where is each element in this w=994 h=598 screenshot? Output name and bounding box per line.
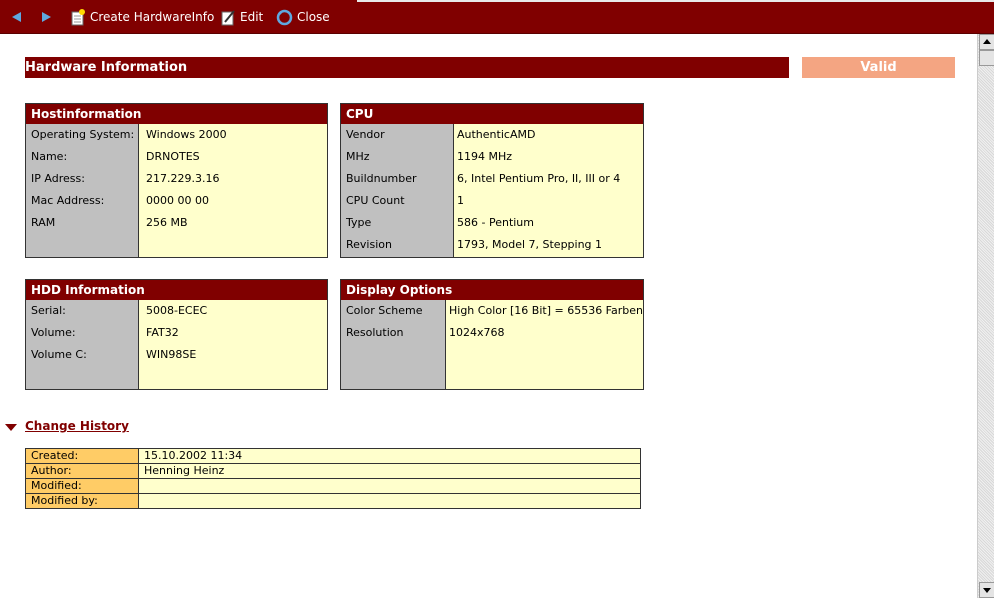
- cpu-value: 586 - Pentium: [457, 216, 534, 229]
- table-row: Author: Henning Heinz: [25, 463, 641, 479]
- cpu-label: MHz: [346, 150, 370, 163]
- content-area: Hardware Information Valid Hostinformati…: [0, 34, 977, 598]
- create-hardwareinfo-label: Create HardwareInfo: [90, 10, 215, 24]
- hdd-label: Volume C:: [31, 348, 87, 361]
- cpu-value: 1: [457, 194, 464, 207]
- back-arrow-icon: [12, 12, 21, 22]
- hostinfo-value: 256 MB: [146, 216, 188, 229]
- edit-icon: [221, 9, 235, 25]
- display-label-column: Color Scheme Resolution: [341, 300, 446, 389]
- history-label: Modified by:: [25, 493, 139, 509]
- cpu-label: Type: [346, 216, 372, 229]
- hostinfo-panel: Hostinformation Operating System: Name: …: [25, 103, 328, 258]
- close-label: Close: [297, 10, 330, 24]
- hdd-value: WIN98SE: [146, 348, 197, 361]
- hdd-panel: HDD Information Serial: Volume: Volume C…: [25, 279, 328, 390]
- hostinfo-value-column: Windows 2000 DRNOTES 217.229.3.16 0000 0…: [139, 124, 327, 257]
- cpu-value-column: AuthenticAMD 1194 MHz 6, Intel Pentium P…: [454, 124, 643, 257]
- forward-arrow-icon: [42, 12, 51, 22]
- display-value-column: High Color [16 Bit] = 65536 Farben 1024x…: [446, 300, 643, 389]
- edit-button[interactable]: Edit: [220, 8, 263, 26]
- table-row: Modified by:: [25, 493, 641, 509]
- hostinfo-label: Name:: [31, 150, 68, 163]
- history-value: 15.10.2002 11:34: [138, 448, 641, 464]
- cpu-value: 1793, Model 7, Stepping 1: [457, 238, 603, 251]
- status-badge: Valid: [802, 57, 955, 78]
- hostinfo-label-column: Operating System: Name: IP Adress: Mac A…: [26, 124, 139, 257]
- hostinfo-label: Mac Address:: [31, 194, 105, 207]
- display-label: Resolution: [346, 326, 404, 339]
- cpu-label: CPU Count: [346, 194, 405, 207]
- scroll-thumb[interactable]: [979, 50, 994, 66]
- history-value: Henning Heinz: [138, 463, 641, 479]
- hostinfo-value: 217.229.3.16: [146, 172, 220, 185]
- display-header: Display Options: [341, 280, 643, 300]
- close-icon: [276, 9, 293, 25]
- table-row: Modified:: [25, 478, 641, 494]
- hdd-header: HDD Information: [26, 280, 327, 300]
- change-history-table: Created: 15.10.2002 11:34 Author: Hennin…: [25, 448, 641, 509]
- hdd-label-column: Serial: Volume: Volume C:: [26, 300, 139, 389]
- display-value: High Color [16 Bit] = 65536 Farben: [449, 304, 643, 317]
- display-value: 1024x768: [449, 326, 505, 339]
- history-label: Created:: [25, 448, 139, 464]
- scroll-down-button[interactable]: [979, 582, 994, 598]
- hdd-value-column: 5008-ECEC FAT32 WIN98SE: [139, 300, 327, 389]
- display-panel: Display Options Color Scheme Resolution …: [340, 279, 644, 390]
- back-button[interactable]: [12, 8, 21, 26]
- edit-label: Edit: [240, 10, 264, 24]
- hostinfo-value: DRNOTES: [146, 150, 200, 163]
- page-title-bar: Hardware Information: [25, 57, 789, 78]
- hdd-value: FAT32: [146, 326, 179, 339]
- page-title: Hardware Information: [25, 60, 188, 75]
- create-hardwareinfo-button[interactable]: Create HardwareInfo: [70, 8, 214, 26]
- hostinfo-value: Windows 2000: [146, 128, 227, 141]
- collapse-triangle-icon: [5, 424, 17, 431]
- cpu-label: Vendor: [346, 128, 385, 141]
- cpu-value: 6, Intel Pentium Pro, II, III or 4: [457, 172, 621, 185]
- toolbar-tab-edge: [357, 0, 994, 2]
- cpu-panel: CPU Vendor MHz Buildnumber CPU Count Typ…: [340, 103, 644, 258]
- cpu-value: AuthenticAMD: [457, 128, 536, 141]
- display-label: Color Scheme: [346, 304, 423, 317]
- change-history-link[interactable]: Change History: [25, 419, 133, 433]
- toolbar: Create HardwareInfo Edit Close: [0, 0, 994, 34]
- history-value: [138, 493, 641, 509]
- table-row: Created: 15.10.2002 11:34: [25, 448, 641, 464]
- cpu-label: Buildnumber: [346, 172, 417, 185]
- scroll-up-button[interactable]: [979, 34, 994, 50]
- vertical-scrollbar[interactable]: [977, 34, 994, 598]
- hostinfo-value: 0000 00 00: [146, 194, 209, 207]
- cpu-header: CPU: [341, 104, 643, 124]
- hdd-label: Serial:: [31, 304, 66, 317]
- close-button[interactable]: Close: [276, 8, 330, 26]
- hostinfo-label: RAM: [31, 216, 56, 229]
- new-document-icon: [71, 8, 85, 25]
- history-label: Modified:: [25, 478, 139, 494]
- history-value: [138, 478, 641, 494]
- cpu-value: 1194 MHz: [457, 150, 513, 163]
- hostinfo-label: Operating System:: [31, 128, 135, 141]
- cpu-label: Revision: [346, 238, 392, 251]
- forward-button[interactable]: [42, 8, 51, 26]
- hostinfo-header: Hostinformation: [26, 104, 327, 124]
- cpu-label-column: Vendor MHz Buildnumber CPU Count Type Re…: [341, 124, 454, 257]
- hdd-value: 5008-ECEC: [146, 304, 208, 317]
- hostinfo-label: IP Adress:: [31, 172, 85, 185]
- history-label: Author:: [25, 463, 139, 479]
- hdd-label: Volume:: [31, 326, 76, 339]
- change-history-toggle[interactable]: Change History: [5, 419, 133, 433]
